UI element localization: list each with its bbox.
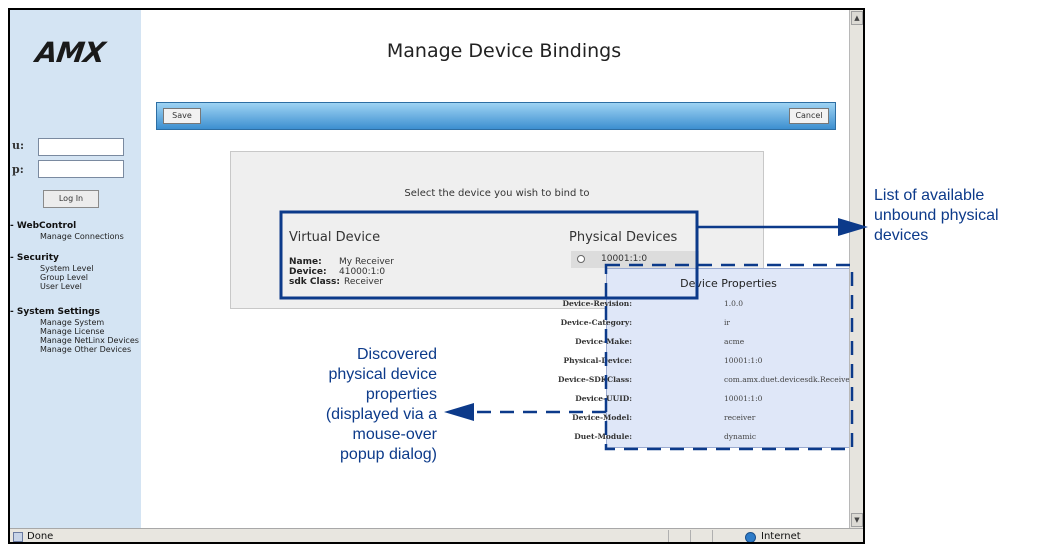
annotation-line: mouse-over bbox=[352, 426, 437, 443]
annotation-line: properties bbox=[365, 386, 437, 403]
annotation-right: List of available unbound physical devic… bbox=[874, 186, 999, 246]
annotation-line: (displayed via a bbox=[325, 406, 437, 423]
physical-devices-highlight bbox=[279, 210, 699, 300]
annotation-line: popup dialog) bbox=[340, 446, 437, 463]
annotation-overlay bbox=[279, 210, 868, 451]
annotation-left: Discovered physical device properties (d… bbox=[326, 345, 437, 465]
annotation-line: List of available bbox=[874, 187, 985, 204]
popup-highlight bbox=[604, 263, 854, 451]
annotation-line: devices bbox=[874, 227, 929, 244]
annotation-line: physical device bbox=[328, 366, 438, 383]
annotation-line: unbound physical bbox=[874, 207, 999, 224]
annotation-line: Discovered bbox=[356, 346, 437, 363]
left-arrow-head-icon bbox=[444, 403, 474, 421]
right-arrow-head-icon bbox=[838, 218, 868, 236]
